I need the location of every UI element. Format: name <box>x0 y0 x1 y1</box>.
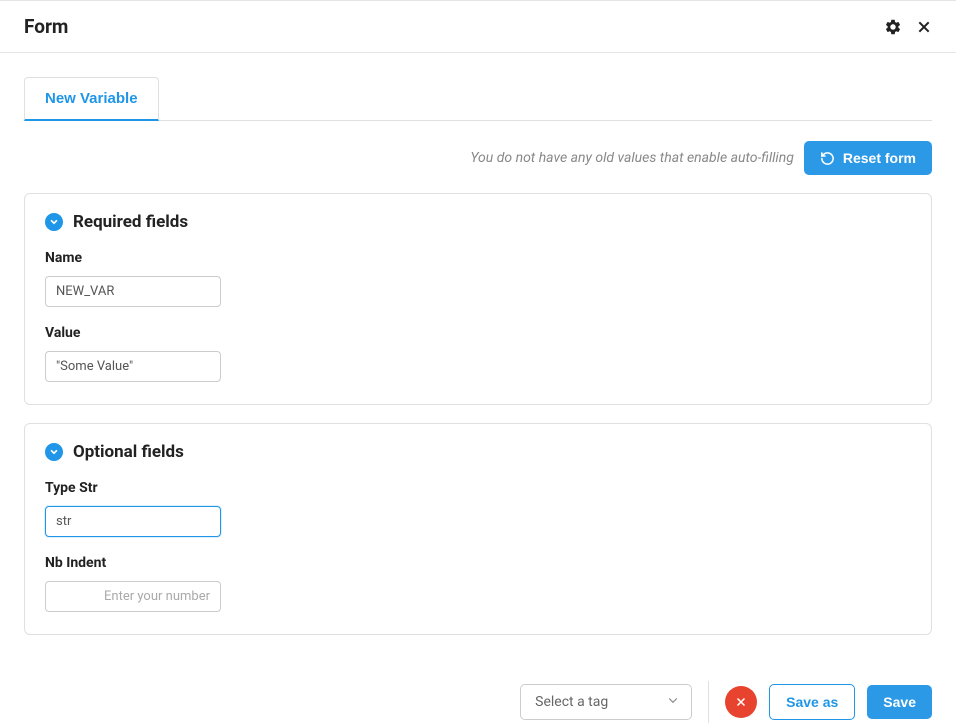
chevron-down-icon <box>45 213 63 231</box>
chevron-down-icon <box>45 443 63 461</box>
save-button[interactable]: Save <box>867 685 932 719</box>
close-icon <box>916 19 932 35</box>
cancel-button[interactable] <box>725 686 757 718</box>
field-type-str: Type Str <box>45 480 911 537</box>
field-name: Name <box>45 250 911 307</box>
footer: Select a tag Save as Save <box>0 681 956 723</box>
required-fields-section: Required fields Name Value <box>24 193 932 405</box>
field-nb-indent: Nb Indent <box>45 555 911 612</box>
gear-icon <box>884 18 902 36</box>
header: Form <box>0 0 956 53</box>
close-icon <box>735 696 747 708</box>
page-title: Form <box>24 15 68 38</box>
name-input[interactable] <box>45 276 221 307</box>
required-fields-title: Required fields <box>73 212 188 232</box>
name-label: Name <box>45 250 911 266</box>
header-actions <box>884 18 932 36</box>
reset-row: You do not have any old values that enab… <box>24 141 932 175</box>
footer-divider <box>708 681 709 723</box>
tag-select[interactable]: Select a tag <box>520 684 692 720</box>
tag-select-wrapper: Select a tag <box>520 684 692 720</box>
value-label: Value <box>45 325 911 341</box>
type-str-input[interactable] <box>45 506 221 537</box>
reset-form-label: Reset form <box>843 150 916 166</box>
save-as-button[interactable]: Save as <box>769 684 855 720</box>
nb-indent-label: Nb Indent <box>45 555 911 571</box>
optional-fields-section: Optional fields Type Str Nb Indent <box>24 423 932 635</box>
undo-icon <box>820 151 835 166</box>
tab-new-variable[interactable]: New Variable <box>24 77 159 121</box>
optional-fields-toggle[interactable]: Optional fields <box>45 442 911 462</box>
content: New Variable You do not have any old val… <box>0 53 956 677</box>
settings-button[interactable] <box>884 18 902 36</box>
optional-fields-title: Optional fields <box>73 442 184 462</box>
value-input[interactable] <box>45 351 221 382</box>
nb-indent-input[interactable] <box>45 581 221 612</box>
required-fields-toggle[interactable]: Required fields <box>45 212 911 232</box>
tabs: New Variable <box>24 77 932 121</box>
type-str-label: Type Str <box>45 480 911 496</box>
close-button[interactable] <box>916 19 932 35</box>
field-value: Value <box>45 325 911 382</box>
reset-hint: You do not have any old values that enab… <box>470 150 794 166</box>
reset-form-button[interactable]: Reset form <box>804 141 932 175</box>
